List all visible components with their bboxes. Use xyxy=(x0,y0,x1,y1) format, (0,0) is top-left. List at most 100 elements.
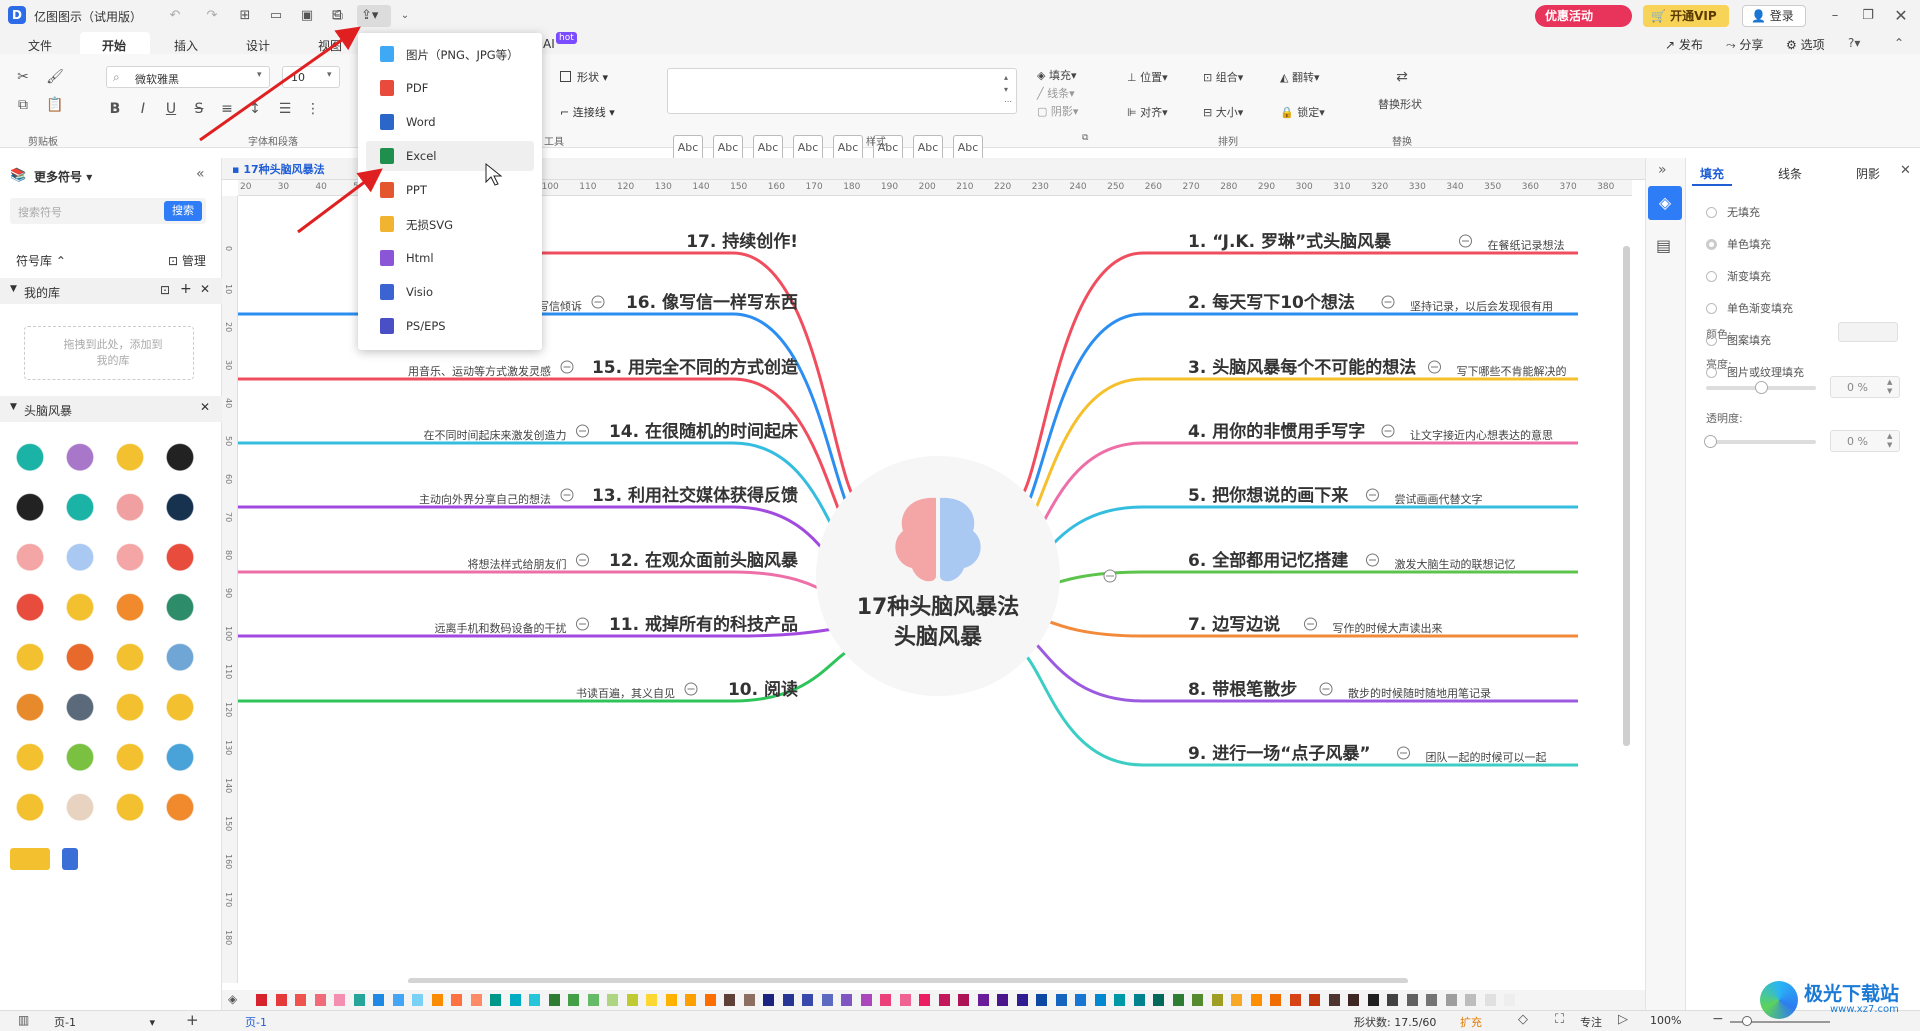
zoom-out-icon[interactable]: − xyxy=(1712,1011,1724,1027)
color-swatch[interactable] xyxy=(880,994,891,1006)
branch-topic[interactable]: 6. 全部都用记忆搭建 xyxy=(1188,550,1348,571)
brain-split-icon[interactable] xyxy=(62,541,98,577)
branch-topic[interactable]: 13. 利用社交媒体获得反馈 xyxy=(592,485,798,506)
tab-ai[interactable]: AI xyxy=(543,37,555,51)
color-swatch[interactable] xyxy=(1055,994,1067,1006)
new-file-icon[interactable]: ⊞ xyxy=(236,7,254,25)
open-folder-icon[interactable]: ▭ xyxy=(267,7,285,25)
branch-note[interactable]: 写下哪些不肯能解决的 xyxy=(1457,364,1567,378)
more-symbols-button[interactable]: 更多符号 ▾ xyxy=(34,168,92,185)
pencil-note-icon[interactable] xyxy=(62,691,98,727)
tab-fill[interactable]: 填充 xyxy=(1700,165,1724,182)
bulb-blue-icon[interactable] xyxy=(112,741,148,777)
collapse-toggle-icon[interactable] xyxy=(1103,569,1117,583)
vip-button[interactable]: 🛒 开通VIP xyxy=(1643,5,1729,27)
color-swatch[interactable] xyxy=(256,994,267,1006)
toolbar-print-icon[interactable]: ⎙ xyxy=(329,7,347,25)
color-swatch[interactable] xyxy=(275,994,287,1006)
tab-line[interactable]: 线条 xyxy=(1778,165,1802,182)
branch-note[interactable]: 将想法样式给朋友们 xyxy=(468,557,567,571)
page-tool-icon[interactable]: ▤ xyxy=(1656,236,1671,255)
collapse-toggle-icon[interactable] xyxy=(684,682,698,696)
close-window-icon[interactable]: ✕ xyxy=(1892,7,1910,25)
color-swatch[interactable] xyxy=(1348,994,1359,1006)
flip-button[interactable]: ◭ 翻转▾ xyxy=(1280,69,1320,85)
hand-bulb-icon[interactable] xyxy=(62,791,98,827)
spinner-icon[interactable]: ▲ ▼ xyxy=(1887,378,1892,396)
color-swatch[interactable] xyxy=(568,994,579,1006)
burst-icon[interactable] xyxy=(112,641,148,677)
text-align-icon[interactable]: ≡ xyxy=(218,100,236,118)
list-number-icon[interactable]: ⋮ xyxy=(304,100,322,118)
color-swatch[interactable] xyxy=(1270,994,1281,1006)
collapse-toggle-icon[interactable] xyxy=(560,488,574,502)
symbol-search-button[interactable]: 搜索 xyxy=(164,201,202,221)
group-button[interactable]: ⊡ 组合▾ xyxy=(1203,69,1243,85)
color-swatch[interactable] xyxy=(295,994,306,1006)
branch-topic[interactable]: 7. 边写边说 xyxy=(1188,614,1280,635)
export-option-ps-eps[interactable]: PS/EPS xyxy=(366,311,534,341)
color-swatch[interactable] xyxy=(607,994,618,1006)
color-swatch[interactable] xyxy=(1075,994,1086,1006)
color-swatch[interactable] xyxy=(1328,994,1340,1006)
color-swatch[interactable] xyxy=(1172,994,1184,1006)
color-swatch[interactable] xyxy=(392,994,404,1006)
color-swatch[interactable] xyxy=(1250,994,1262,1006)
save-icon[interactable]: ▣ xyxy=(298,7,316,25)
options-button[interactable]: ⚙ 选项 xyxy=(1786,36,1825,53)
branch-note[interactable]: 坚持记录，以后会发现很有用 xyxy=(1410,299,1553,313)
collapse-toggle-icon[interactable] xyxy=(576,617,589,631)
page-layout-icon[interactable]: ▥ xyxy=(18,1013,29,1027)
color-swatch[interactable] xyxy=(1094,994,1106,1006)
lightbulb-small-icon[interactable] xyxy=(12,741,48,777)
branch-topic[interactable]: 11. 戒掉所有的科技产品 xyxy=(609,614,798,635)
collapse-toggle-icon[interactable] xyxy=(576,424,589,438)
color-swatch[interactable] xyxy=(1289,994,1301,1006)
import-icon[interactable]: ⊡ xyxy=(160,283,170,297)
eye-icon[interactable] xyxy=(162,591,198,627)
color-swatch[interactable] xyxy=(529,994,540,1006)
list-icon[interactable]: ☰ xyxy=(276,100,294,118)
color-swatch[interactable] xyxy=(490,994,501,1006)
collapse-toggle-icon[interactable] xyxy=(1428,360,1441,374)
collapse-ribbon-icon[interactable]: ⌃ xyxy=(1894,36,1904,50)
branch-topic[interactable]: 9. 进行一场“点子风暴” xyxy=(1188,743,1371,764)
branch-topic[interactable]: 2. 每天写下10个想法 xyxy=(1188,292,1355,313)
color-swatch[interactable] xyxy=(1445,994,1457,1006)
color-swatch[interactable] xyxy=(1465,994,1476,1006)
zoom-slider-thumb[interactable] xyxy=(1742,1016,1752,1026)
export-option-html[interactable]: Html xyxy=(366,243,534,273)
publish-button[interactable]: ↗ 发布 xyxy=(1665,36,1703,53)
fill-button[interactable]: ◈ 填充▾ xyxy=(1037,67,1077,83)
branch-note[interactable]: 写作的时候大声读出来 xyxy=(1333,621,1443,635)
close-icon[interactable]: ✕ xyxy=(200,282,210,296)
library-drop-zone[interactable]: 拖拽到此处，添加到我的库 xyxy=(24,326,194,380)
fill-option[interactable]: 单色填充 xyxy=(1706,236,1771,252)
brain-head-icon[interactable] xyxy=(62,441,98,477)
document-tab[interactable]: ▪ 17种头脑风暴法 xyxy=(232,161,325,177)
branch-note[interactable]: 散步的时候随时随地用笔记录 xyxy=(1348,686,1491,700)
share-button[interactable]: ⤳ 分享 xyxy=(1726,36,1763,53)
magic-wand-icon[interactable] xyxy=(62,591,98,627)
team-icon[interactable] xyxy=(112,591,148,627)
collapse-toggle-icon[interactable] xyxy=(1381,295,1395,309)
tab-design[interactable]: 设计 xyxy=(246,37,270,54)
color-swatch[interactable] xyxy=(860,994,872,1006)
collapse-panel-icon[interactable]: « xyxy=(196,166,205,182)
minimize-icon[interactable]: – xyxy=(1826,7,1844,25)
page-select[interactable]: 页-1 ▾ xyxy=(54,1014,155,1030)
central-topic[interactable]: 17种头脑风暴法 头脑风暴 xyxy=(816,456,1060,696)
color-swatch[interactable] xyxy=(1211,994,1223,1006)
italic-icon[interactable]: I xyxy=(134,100,152,118)
collapse-toggle-icon[interactable] xyxy=(1397,746,1410,760)
color-swatch[interactable] xyxy=(373,994,384,1006)
branch-topic[interactable]: 8. 带根笔散步 xyxy=(1188,679,1297,700)
export-option--png-jpg-[interactable]: 图片（PNG、JPG等） xyxy=(366,39,534,69)
color-swatch[interactable] xyxy=(1367,994,1379,1006)
export-option-word[interactable]: Word xyxy=(366,107,534,137)
star-bulb-icon[interactable] xyxy=(162,791,198,827)
color-swatch[interactable] xyxy=(587,994,599,1006)
brightness-slider-thumb[interactable] xyxy=(1755,381,1768,394)
line-spacing-icon[interactable]: ↕ xyxy=(246,100,264,118)
color-swatch[interactable] xyxy=(334,994,345,1006)
